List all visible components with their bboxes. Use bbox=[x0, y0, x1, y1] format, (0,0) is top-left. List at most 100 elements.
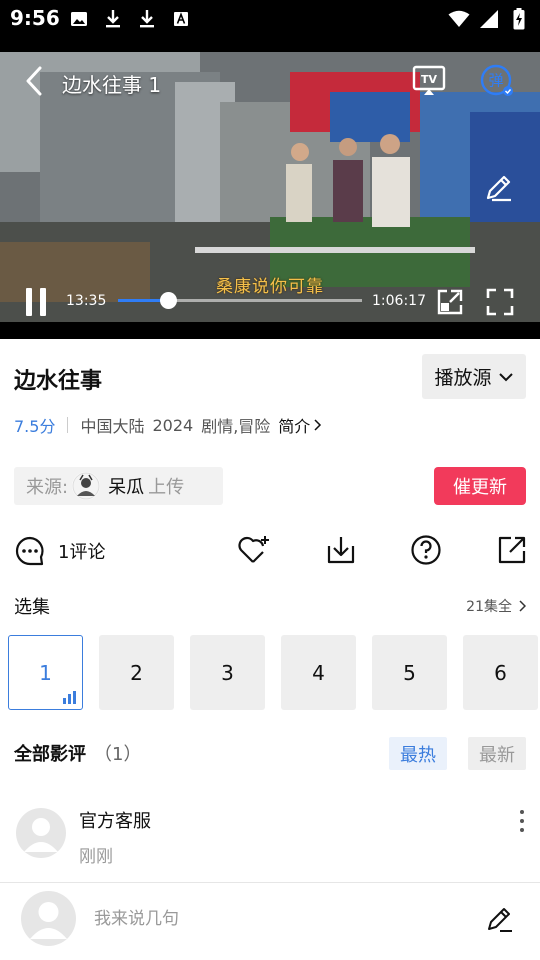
meta-divider bbox=[67, 417, 69, 433]
pip-button[interactable] bbox=[436, 288, 464, 316]
current-time: 13:35 bbox=[66, 293, 107, 309]
tv-icon: TV bbox=[412, 65, 446, 95]
more-vertical-icon bbox=[520, 810, 524, 814]
episode-6[interactable]: 6 bbox=[463, 635, 538, 710]
review-time: 刚刚 bbox=[79, 847, 113, 867]
player-bottom-band bbox=[0, 322, 540, 339]
download-icon bbox=[102, 8, 124, 30]
rating: 7.5分 bbox=[14, 417, 56, 436]
video-player[interactable]: 边水往事 1 TV 弹 桑康说你可靠 13:35 1:06:17 bbox=[0, 52, 540, 339]
uploader-action: 上传 bbox=[148, 477, 185, 498]
fullscreen-icon bbox=[486, 288, 514, 316]
pencil-icon bbox=[486, 175, 511, 202]
episode-number: 1 bbox=[39, 660, 52, 685]
tv-cast-button[interactable]: TV bbox=[412, 65, 446, 97]
urge-update-button[interactable]: 催更新 bbox=[434, 467, 526, 505]
reviews-count: （1） bbox=[94, 744, 142, 765]
show-meta: 7.5分 中国大陆 2024 剧情,冒险 简介 bbox=[14, 414, 322, 436]
sort-hot-tab[interactable]: 最热 bbox=[389, 737, 447, 770]
chevron-right-icon bbox=[519, 600, 526, 612]
genres: 剧情,冒险 bbox=[201, 417, 271, 436]
avatar[interactable] bbox=[16, 808, 66, 858]
video-title: 边水往事 1 bbox=[62, 73, 162, 97]
signal-icon bbox=[478, 8, 500, 30]
avatar bbox=[21, 891, 76, 946]
progress-thumb[interactable] bbox=[160, 292, 178, 309]
help-button[interactable] bbox=[410, 534, 442, 566]
favorite-add-icon bbox=[238, 536, 269, 563]
send-danmu-button[interactable] bbox=[484, 172, 514, 202]
episode-3[interactable]: 3 bbox=[190, 635, 265, 710]
user-icon bbox=[24, 818, 58, 852]
progress-bar[interactable] bbox=[118, 292, 362, 309]
intro-link[interactable]: 简介 bbox=[278, 413, 322, 437]
episodes-all-label: 21集全 bbox=[466, 599, 512, 615]
pause-icon bbox=[26, 288, 32, 316]
episode-number: 3 bbox=[221, 660, 234, 685]
comment-count: 1评论 bbox=[58, 542, 106, 563]
uploader-avatar bbox=[72, 472, 101, 500]
comment-icon bbox=[15, 536, 44, 566]
favorite-button[interactable] bbox=[237, 534, 269, 566]
share-button[interactable] bbox=[496, 534, 528, 566]
year: 2024 bbox=[152, 415, 194, 435]
review-more-button[interactable] bbox=[518, 810, 526, 832]
episode-5[interactable]: 5 bbox=[372, 635, 447, 710]
compose-comment-button[interactable] bbox=[486, 905, 514, 933]
picture-in-picture-icon bbox=[437, 289, 463, 315]
review-author[interactable]: 官方客服 bbox=[79, 807, 151, 833]
chevron-down-icon bbox=[498, 372, 513, 381]
danmu-toggle-button[interactable]: 弹 bbox=[480, 64, 514, 98]
fullscreen-button[interactable] bbox=[486, 288, 514, 316]
episode-1[interactable]: 1 bbox=[8, 635, 83, 710]
uploader-name: 呆瓜 bbox=[108, 477, 145, 498]
reviews-title: 全部影评 （1） bbox=[14, 740, 141, 766]
episode-number: 6 bbox=[494, 660, 507, 685]
intro-label: 简介 bbox=[278, 417, 311, 436]
chevron-left-icon bbox=[26, 66, 42, 96]
episode-number: 5 bbox=[403, 660, 416, 685]
status-time: 9:56 bbox=[10, 6, 60, 30]
total-time: 1:06:17 bbox=[372, 293, 426, 309]
source-select[interactable]: 播放源 bbox=[422, 354, 526, 399]
region: 中国大陆 bbox=[80, 417, 145, 436]
download-icon bbox=[327, 537, 355, 564]
episode-4[interactable]: 4 bbox=[281, 635, 356, 710]
episode-2[interactable]: 2 bbox=[99, 635, 174, 710]
uploader-label: 来源: bbox=[26, 477, 69, 498]
player-top-band bbox=[0, 36, 540, 52]
source-select-label: 播放源 bbox=[434, 367, 492, 389]
chevron-right-icon bbox=[314, 419, 322, 431]
user-icon bbox=[30, 902, 67, 939]
comments-button[interactable]: 1评论 bbox=[14, 535, 105, 567]
font-icon bbox=[170, 8, 192, 30]
danmu-icon: 弹 bbox=[480, 64, 513, 96]
download-button[interactable] bbox=[325, 534, 357, 566]
action-row: 1评论 bbox=[0, 530, 540, 572]
episode-number: 2 bbox=[130, 660, 143, 685]
help-icon bbox=[411, 535, 441, 565]
divider bbox=[0, 882, 540, 883]
system-icons bbox=[448, 8, 530, 30]
pause-button[interactable] bbox=[26, 288, 50, 316]
notification-icons bbox=[68, 8, 192, 30]
wifi-icon bbox=[448, 8, 470, 30]
playing-indicator-icon bbox=[63, 691, 76, 704]
uploader-chip[interactable]: 来源: 呆瓜 上传 bbox=[14, 467, 223, 505]
back-button[interactable] bbox=[22, 66, 48, 96]
pencil-icon bbox=[488, 908, 512, 932]
reviews-title-text: 全部影评 bbox=[14, 744, 86, 765]
danmu-label: 弹 bbox=[488, 72, 503, 90]
show-title: 边水往事 bbox=[14, 369, 103, 394]
sort-new-tab[interactable]: 最新 bbox=[468, 737, 526, 770]
episode-number: 4 bbox=[312, 660, 325, 685]
battery-charging-icon bbox=[508, 8, 530, 30]
comment-input[interactable] bbox=[94, 898, 474, 940]
share-icon bbox=[498, 536, 526, 564]
episode-list: 1 2 3 4 5 6 bbox=[8, 635, 540, 710]
image-icon bbox=[68, 8, 90, 30]
episodes-label: 选集 bbox=[14, 597, 50, 618]
episodes-all-button[interactable]: 21集全 bbox=[466, 596, 526, 616]
tv-label: TV bbox=[421, 73, 438, 86]
status-bar: 9:56 bbox=[0, 0, 540, 36]
